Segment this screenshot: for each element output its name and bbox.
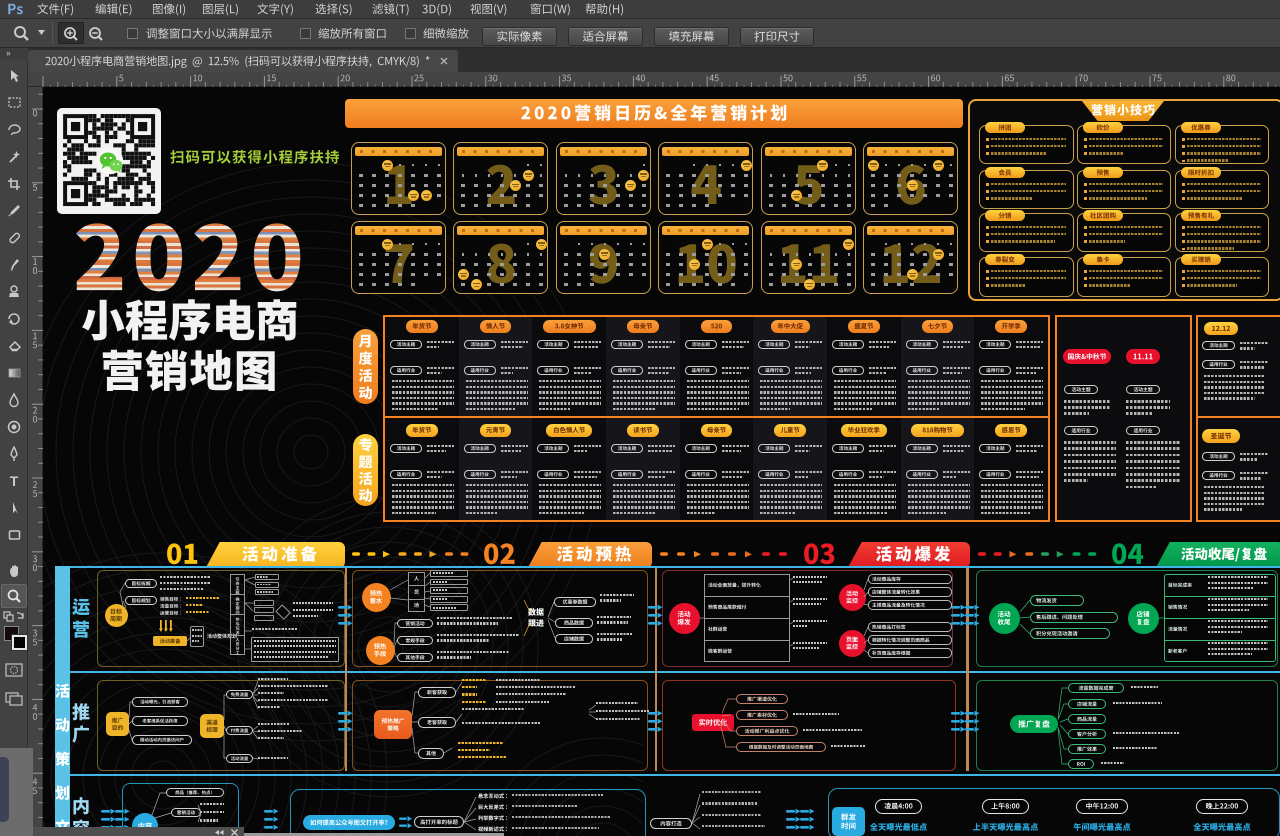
svg-text:T: T [10, 473, 19, 489]
